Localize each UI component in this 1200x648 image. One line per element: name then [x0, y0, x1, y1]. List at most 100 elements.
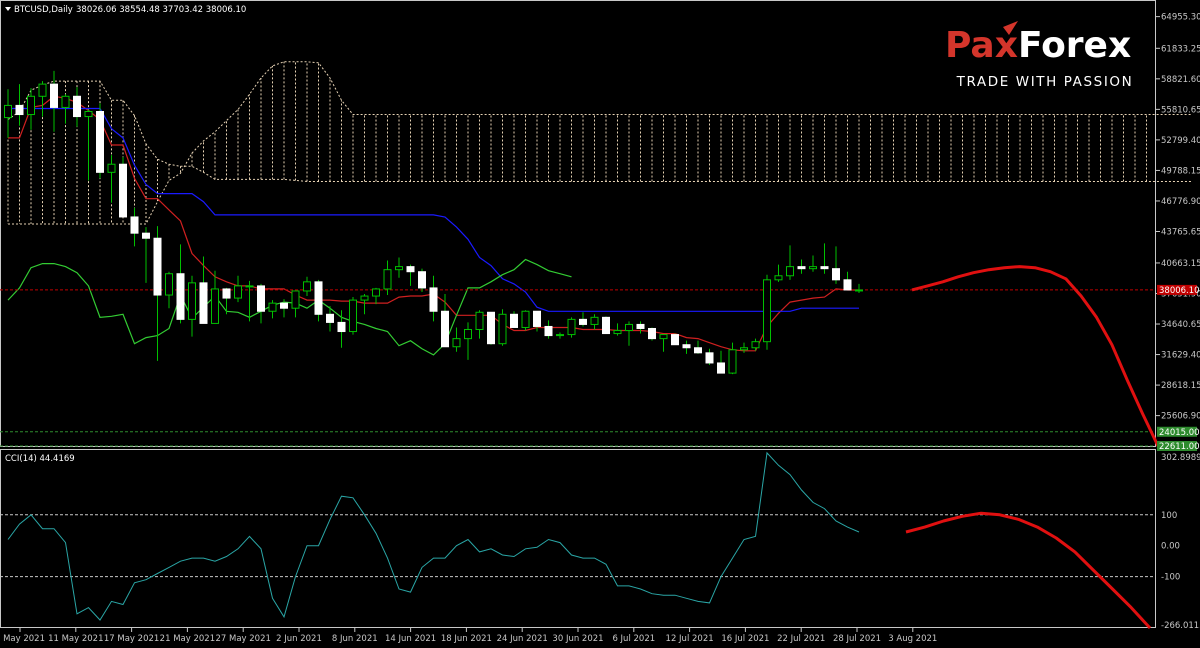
- candle-body: [38, 83, 47, 97]
- candle-body: [130, 216, 139, 234]
- candle-body: [579, 318, 587, 325]
- time-tick-label: 3 Aug 2021: [888, 634, 937, 644]
- candle-body: [751, 341, 760, 349]
- brand-logo: PaxForex TRADE WITH PASSION: [945, 21, 1134, 90]
- candle-body: [855, 289, 863, 292]
- candle-body: [188, 282, 196, 320]
- chart-area: 64955.30 61833.25 58821.60 55810.65 52799.40…: [0, 0, 1200, 648]
- candle-body: [314, 281, 323, 315]
- time-tick-label: 24 Jun 2021: [497, 634, 548, 644]
- time-tick-label: 16 Jul 2021: [721, 634, 769, 644]
- candle-body: [636, 323, 645, 329]
- candle-body: [349, 299, 357, 333]
- current-price-label: 38006.10: [1159, 286, 1200, 296]
- candle-body: [625, 323, 633, 332]
- time-tick-label: 11 May 2021: [48, 634, 103, 644]
- candle-body: [533, 310, 541, 327]
- candle-body: [4, 104, 12, 119]
- candle-body: [337, 321, 346, 333]
- candle-body: [326, 313, 334, 323]
- time-tick-label: 22 Jul 2021: [777, 634, 825, 644]
- price-tick-label: 34640.65: [1161, 320, 1200, 330]
- candle-body: [73, 95, 81, 118]
- price-tick-label: 40663.15: [1161, 259, 1200, 269]
- candle-body: [602, 316, 610, 335]
- candle-body: [694, 347, 702, 354]
- candle-body: [15, 104, 24, 116]
- candle-body: [360, 295, 369, 301]
- candle-body: [797, 266, 806, 270]
- candle-body: [211, 288, 219, 324]
- candle-body: [406, 266, 415, 273]
- candle-body: [303, 281, 311, 292]
- time-tick-label: 14 Jun 2021: [385, 634, 436, 644]
- candle-body: [763, 279, 771, 343]
- price-tick-label: 43765.65: [1161, 227, 1200, 237]
- candle-body: [84, 110, 93, 118]
- time-tick-label: 18 Jun 2021: [441, 634, 492, 644]
- cci-tick-label: 100: [1161, 511, 1177, 521]
- candle-body: [556, 334, 564, 337]
- candle-body: [464, 329, 472, 340]
- candle-body: [107, 163, 116, 173]
- price-tick-label: 28618.15: [1161, 381, 1200, 391]
- candle-body: [395, 266, 403, 271]
- candle-body: [142, 232, 150, 239]
- candle-body: [590, 316, 599, 325]
- brand-tagline: TRADE WITH PASSION: [956, 74, 1134, 90]
- symbol-label: BTCUSD,Daily: [14, 5, 73, 15]
- candle-body: [61, 95, 70, 108]
- candle-body: [234, 285, 242, 299]
- cci-tick-label: -100: [1161, 573, 1180, 583]
- candle-body: [176, 273, 185, 320]
- price-axis: 64955.30 61833.25 58821.60 55810.65 52799.40…: [1155, 13, 1200, 452]
- candle-body: [705, 352, 714, 364]
- candle-body: [475, 311, 484, 331]
- time-tick-label: 2 Jun 2021: [276, 634, 322, 644]
- time-tick-label: 30 Jun 2021: [552, 634, 603, 644]
- price-tick-label: 61833.25: [1161, 44, 1200, 54]
- candle-body: [27, 95, 35, 116]
- price-tick-label: 25606.90: [1161, 412, 1200, 422]
- candle-body: [728, 349, 737, 374]
- candle-body: [774, 275, 783, 281]
- candle-body: [648, 327, 656, 340]
- candle-body: [245, 285, 254, 288]
- price-tick-label: 52799.40: [1161, 136, 1200, 146]
- candle-body: [567, 318, 576, 336]
- candle-body: [786, 266, 794, 277]
- candle-body: [521, 310, 530, 328]
- cci-title: CCI(14) 44.4169: [5, 454, 75, 464]
- candle-body: [372, 288, 380, 297]
- time-tick-label: 17 May 2021: [104, 634, 159, 644]
- candle-body: [820, 266, 829, 270]
- candle-body: [418, 271, 426, 289]
- price-tick-label: 64955.30: [1161, 13, 1200, 23]
- time-tick-label: 8 Jun 2021: [332, 634, 378, 644]
- price-tick-label: 31629.40: [1161, 351, 1200, 361]
- brand-name: PaxForex: [945, 25, 1131, 66]
- candle-body: [280, 302, 288, 309]
- cci-tick-label: 0.00: [1161, 542, 1180, 552]
- price-level-label: 24015.00: [1159, 428, 1200, 438]
- candle-body: [165, 273, 173, 296]
- price-tick-label: 55810.65: [1161, 105, 1200, 115]
- time-tick-label: 5 May 2021: [0, 634, 45, 644]
- candle-body: [268, 302, 277, 312]
- candle-body: [257, 285, 265, 312]
- time-tick-label: 27 May 2021: [215, 634, 270, 644]
- price-level-label: 22611.00: [1159, 442, 1200, 452]
- candle-body: [682, 344, 691, 349]
- chart-header: BTCUSD,Daily 38026.06 38554.48 37703.42 …: [5, 5, 246, 15]
- candle-body: [96, 110, 104, 173]
- candle-body: [832, 268, 840, 281]
- time-tick-label: 28 Jul 2021: [833, 634, 881, 644]
- candle-body: [544, 325, 553, 337]
- cci-tick-label: -266.0113: [1161, 621, 1200, 631]
- candle-body: [843, 279, 852, 291]
- candle-body: [740, 347, 748, 351]
- chart-background: [0, 0, 1200, 648]
- time-tick-label: 12 Jul 2021: [666, 634, 714, 644]
- candle-body: [222, 288, 231, 299]
- candle-body: [717, 362, 725, 374]
